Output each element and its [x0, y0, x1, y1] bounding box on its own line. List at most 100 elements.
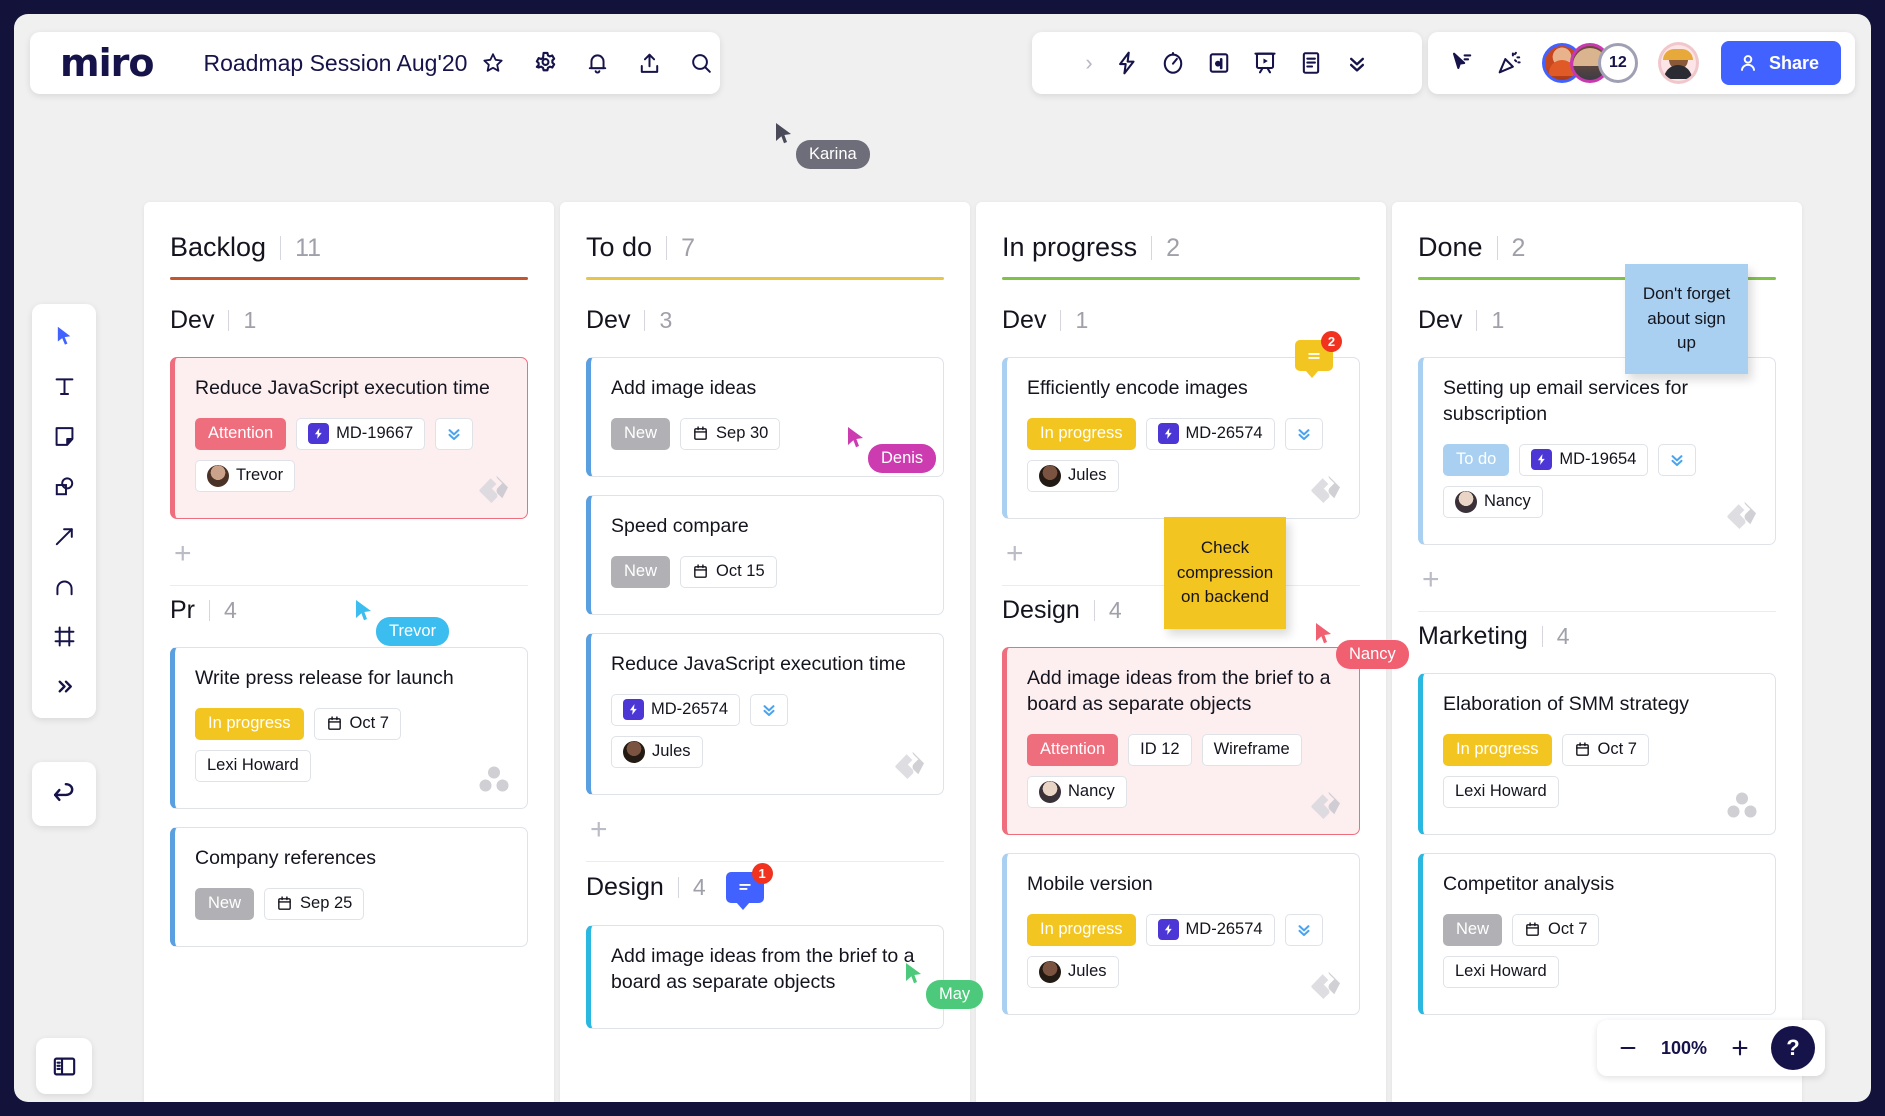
notes-icon[interactable] [1290, 42, 1332, 84]
select-tool[interactable] [42, 316, 86, 356]
task-card[interactable]: Add image ideas New Sep 30 [586, 357, 944, 477]
task-card[interactable]: Setting up email services for subscripti… [1418, 357, 1776, 545]
status-badge[interactable]: Attention [195, 417, 287, 450]
status-badge[interactable]: In progress [1027, 913, 1136, 946]
miro-logo[interactable]: miro [30, 44, 179, 82]
status-badge[interactable]: New [1443, 913, 1503, 946]
shapes-tool[interactable] [42, 466, 86, 506]
arrow-tool[interactable] [42, 516, 86, 556]
collaborator-avatars[interactable]: 12 [1541, 43, 1638, 83]
expand-chevron-icon[interactable]: › [1076, 50, 1102, 76]
task-card[interactable]: Competitor analysis New Oct 7 Lexi Howard [1418, 852, 1776, 1015]
priority-chevrons-icon[interactable] [1284, 417, 1323, 450]
undo-button[interactable] [32, 762, 96, 826]
celebration-icon[interactable] [1489, 42, 1530, 84]
assignee-chip[interactable]: Jules [1027, 955, 1119, 988]
board-column-in-progress[interactable]: In progress 2 Dev 1 2 Efficiently encode… [976, 202, 1386, 1102]
assignee-chip[interactable]: Lexi Howard [1443, 775, 1559, 808]
column-accent-rule [586, 277, 944, 280]
star-icon[interactable] [481, 41, 505, 85]
timer-icon[interactable] [1152, 42, 1194, 84]
due-date-chip[interactable]: Sep 25 [264, 887, 365, 920]
lightning-icon[interactable] [1106, 42, 1148, 84]
collaborator-count-badge[interactable]: 12 [1597, 43, 1638, 83]
task-card[interactable]: Mobile version In progress MD-26574 Jules [1002, 852, 1360, 1015]
assignee-chip[interactable]: Lexi Howard [1443, 955, 1559, 988]
task-card[interactable]: Speed compare New Oct 15 [586, 494, 944, 615]
bell-icon[interactable] [575, 41, 619, 85]
share-button[interactable]: Share [1720, 41, 1841, 85]
jira-ticket-chip[interactable]: MD-19654 [1519, 443, 1649, 476]
assignee-chip[interactable]: Nancy [1027, 775, 1127, 808]
assignee-chip[interactable]: Jules [611, 735, 703, 768]
add-card-button[interactable]: + [170, 537, 528, 585]
priority-chevrons-icon[interactable] [1658, 443, 1697, 476]
assignee-chip[interactable]: Jules [1027, 459, 1119, 492]
help-button[interactable]: ? [1771, 1026, 1815, 1070]
status-badge[interactable]: To do [1443, 443, 1510, 476]
status-badge[interactable]: Attention [1027, 733, 1119, 766]
jira-ticket-chip[interactable]: MD-26574 [1145, 417, 1275, 450]
cursor-chat-icon[interactable] [1442, 42, 1483, 84]
gear-icon[interactable] [523, 41, 567, 85]
presentation-icon[interactable] [1244, 42, 1286, 84]
current-user-avatar[interactable] [1657, 42, 1699, 84]
comment-badge[interactable]: 2 [1295, 331, 1342, 378]
zoom-in-button[interactable] [1719, 1027, 1761, 1069]
sticky-note-signup[interactable]: Don't forget about sign up [1625, 264, 1748, 374]
search-icon[interactable] [679, 41, 723, 85]
board-canvas[interactable]: Backlog 11 Dev 1 Reduce JavaScript execu… [14, 14, 1871, 1102]
task-card[interactable]: Add image ideas from the brief to a boar… [1002, 646, 1360, 835]
priority-chevrons-icon[interactable] [435, 417, 474, 450]
due-date-chip[interactable]: Sep 30 [680, 417, 781, 450]
assignee-chip[interactable]: Nancy [1443, 485, 1543, 518]
priority-chevrons-icon[interactable] [750, 693, 789, 726]
zoom-level-value[interactable]: 100% [1653, 1038, 1715, 1059]
sticky-note-tool[interactable] [42, 416, 86, 456]
assignee-chip[interactable]: Trevor [195, 459, 296, 492]
frame-tool[interactable] [42, 616, 86, 656]
due-date-chip[interactable]: Oct 7 [1561, 733, 1649, 766]
status-badge[interactable]: New [611, 417, 671, 450]
add-card-button[interactable]: + [586, 813, 944, 861]
board-column-backlog[interactable]: Backlog 11 Dev 1 Reduce JavaScript execu… [144, 202, 554, 1102]
comment-badge[interactable]: 1 [725, 862, 773, 910]
tag-chip[interactable]: ID 12 [1128, 733, 1192, 766]
toggle-side-panel-button[interactable] [36, 1038, 92, 1094]
sticky-note-compression[interactable]: Check compression on backend [1164, 517, 1286, 629]
task-card[interactable]: Reduce JavaScript execution time Attenti… [170, 357, 528, 519]
task-card[interactable]: 2 Efficiently encode images In progress M… [1002, 331, 1360, 519]
status-badge[interactable]: New [611, 555, 671, 588]
jira-ticket-chip[interactable]: MD-26574 [611, 693, 741, 726]
status-badge[interactable]: In progress [1443, 733, 1552, 766]
group-count: 1 [1075, 307, 1089, 333]
board-column-to-do[interactable]: To do 7 Dev 3 Add image ideas New Sep 30 … [560, 202, 970, 1102]
upload-icon[interactable] [627, 41, 671, 85]
priority-chevrons-icon[interactable] [1284, 913, 1323, 946]
task-card[interactable]: Company references New Sep 25 [170, 826, 528, 947]
task-card[interactable]: Write press release for launch In progre… [170, 646, 528, 809]
zoom-out-button[interactable] [1607, 1027, 1649, 1069]
status-badge[interactable]: New [195, 887, 255, 920]
card-meta-row: In progress Oct 7 [195, 707, 507, 740]
assignee-chip[interactable]: Lexi Howard [195, 749, 311, 782]
more-tools[interactable] [42, 666, 86, 706]
due-date-chip[interactable]: Oct 7 [313, 707, 401, 740]
status-badge[interactable]: In progress [1027, 417, 1136, 450]
pen-tool[interactable] [42, 566, 86, 606]
text-tool[interactable] [42, 366, 86, 406]
task-card[interactable]: Add image ideas from the brief to a boar… [586, 924, 944, 1029]
collapse-chevrons-icon[interactable] [1336, 42, 1378, 84]
voting-icon[interactable] [1198, 42, 1240, 84]
due-date-chip[interactable]: Oct 7 [1512, 913, 1600, 946]
task-card[interactable]: Elaboration of SMM strategy In progress O… [1418, 672, 1776, 835]
jira-ticket-chip[interactable]: MD-26574 [1145, 913, 1275, 946]
add-card-button[interactable]: + [1418, 563, 1776, 611]
tag-chip[interactable]: Wireframe [1201, 733, 1302, 766]
task-card[interactable]: Reduce JavaScript execution time MD-2657… [586, 632, 944, 795]
jira-ticket-chip[interactable]: MD-19667 [296, 417, 426, 450]
card-title: Setting up email services for subscripti… [1443, 377, 1688, 425]
status-badge[interactable]: In progress [195, 707, 304, 740]
board-title[interactable]: Roadmap Session Aug'20 [179, 50, 481, 77]
due-date-chip[interactable]: Oct 15 [680, 555, 777, 588]
